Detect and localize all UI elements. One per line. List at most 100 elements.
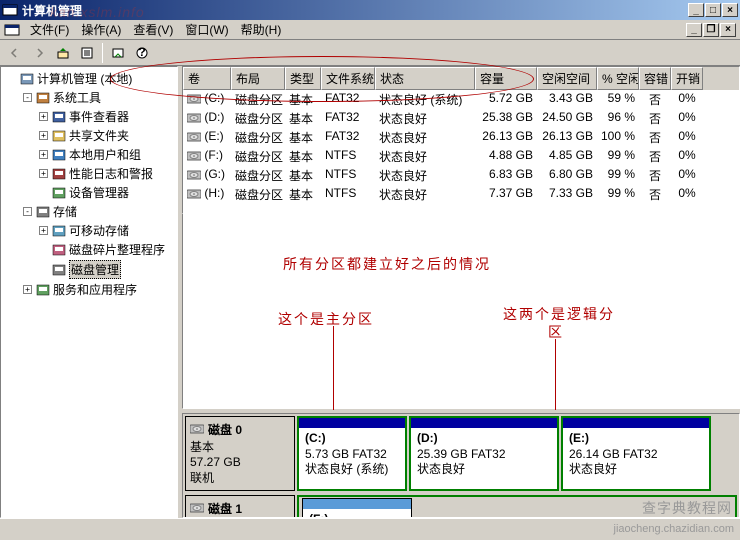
volume-row[interactable]: (C:)磁盘分区基本FAT32状态良好 (系统)5.72 GB3.43 GB59… [183,90,739,109]
tree-item-5[interactable]: +性能日志和警报 [3,164,175,183]
tools-icon [35,90,51,106]
up-button[interactable] [52,42,74,64]
tree-item-8[interactable]: +可移动存储 [3,221,175,240]
volume-row[interactable]: (H:)磁盘分区基本NTFS状态良好7.37 GB7.33 GB99 %否0% [183,185,739,204]
forward-button [28,42,50,64]
list-cell: 基本 [285,128,321,147]
volume-row[interactable]: (D:)磁盘分区基本FAT32状态良好25.38 GB24.50 GB96 %否… [183,109,739,128]
users-icon [51,147,67,163]
tree-item-4[interactable]: + 本地用户和组 [3,145,175,164]
column-header-3[interactable]: 文件系统 [321,67,375,90]
list-cell: 基本 [285,147,321,166]
tree-toggle-icon[interactable]: - [23,207,32,216]
list-cell: (E:) [183,128,231,147]
partition-F[interactable]: (F:)4.88 GB NTFS状态良好 [302,498,412,518]
list-cell: 26.13 GB [537,128,597,147]
disk-icon [190,500,204,514]
toolbar: ? [0,40,740,66]
mdi-restore-button[interactable]: ❐ [703,23,719,37]
tree-toggle-icon[interactable]: - [23,93,32,102]
tree-toggle-icon[interactable]: + [39,226,48,235]
menu-app-icon [4,22,20,38]
properties-button[interactable] [76,42,98,64]
tree-toggle-icon[interactable]: + [39,169,48,178]
removable-icon [51,223,67,239]
menu-action[interactable]: 操作(A) [75,19,127,40]
list-cell: 状态良好 (系统) [375,90,475,109]
volume-row[interactable]: (E:)磁盘分区基本FAT32状态良好26.13 GB26.13 GB100 %… [183,128,739,147]
back-button [4,42,26,64]
list-cell: 基本 [285,109,321,128]
mdi-minimize-button[interactable]: _ [686,23,702,37]
tree-item-3[interactable]: +共享文件夹 [3,126,175,145]
list-cell: 26.13 GB [475,128,537,147]
menu-help[interactable]: 帮助(H) [235,19,288,40]
list-cell: 6.80 GB [537,166,597,185]
list-cell: 0% [671,185,703,204]
refresh-button[interactable] [107,42,129,64]
menu-view[interactable]: 查看(V) [127,19,179,40]
tree-item-11[interactable]: +服务和应用程序 [3,280,175,299]
partition-D[interactable]: (D:)25.39 GB FAT32状态良好 [409,416,559,491]
tree-toggle-icon[interactable]: + [39,131,48,140]
partition-E[interactable]: (E:)26.14 GB FAT32状态良好 [561,416,711,491]
svg-text:?: ? [138,46,145,59]
list-cell: 否 [639,90,671,109]
list-cell: 100 % [597,128,639,147]
tree-label: 计算机管理 (本地) [37,70,132,87]
menu-file[interactable]: 文件(F) [24,19,75,40]
column-header-1[interactable]: 布局 [231,67,285,90]
volume-row[interactable]: (G:)磁盘分区基本NTFS状态良好6.83 GB6.80 GB99 %否0% [183,166,739,185]
share-icon [51,128,67,144]
list-cell: FAT32 [321,109,375,128]
tree-item-1[interactable]: -系统工具 [3,88,175,107]
list-cell: 否 [639,128,671,147]
tree-toggle-icon[interactable]: + [39,150,48,159]
volume-row[interactable]: (F:)磁盘分区基本NTFS状态良好4.88 GB4.85 GB99 %否0% [183,147,739,166]
column-header-4[interactable]: 状态 [375,67,475,90]
disk-info[interactable]: 磁盘 1基本19.08 GB联机 [185,495,295,518]
device-icon [51,185,67,201]
column-header-2[interactable]: 类型 [285,67,321,90]
tree-item-7[interactable]: -存储 [3,202,175,221]
list-cell: 状态良好 [375,147,475,166]
column-header-9[interactable]: 开销 [671,67,703,90]
column-header-7[interactable]: % 空闲 [597,67,639,90]
tree-label: 事件查看器 [69,108,129,125]
list-cell: 磁盘分区 [231,147,285,166]
list-cell: 6.83 GB [475,166,537,185]
volume-list[interactable]: 卷布局类型文件系统状态容量空闲空间% 空闲容错开销 (C:)磁盘分区基本FAT3… [182,66,740,214]
mdi-close-button[interactable]: × [720,23,736,37]
list-cell: 99 % [597,185,639,204]
list-cell: 0% [671,128,703,147]
tree-view[interactable]: 计算机管理 (本地)-系统工具+事件查看器+共享文件夹+本地用户和组+性能日志和… [0,66,178,518]
list-cell: 否 [639,147,671,166]
menu-window[interactable]: 窗口(W) [179,19,234,40]
column-header-5[interactable]: 容量 [475,67,537,90]
column-header-6[interactable]: 空闲空间 [537,67,597,90]
list-cell: 状态良好 [375,128,475,147]
tree-toggle-icon[interactable]: + [39,112,48,121]
minimize-button[interactable]: _ [688,3,704,17]
annotation-primary: 这个是主分区 [278,309,374,329]
list-cell: 状态良好 [375,166,475,185]
help-button[interactable]: ? [131,42,153,64]
annotation-line-2 [555,339,556,410]
tree-item-2[interactable]: + 事件查看器 [3,107,175,126]
tree-item-6[interactable]: 设备管理器 [3,183,175,202]
annotation-area: 所有分区都建立好之后的情况 这个是主分区 这两个是逻辑分 区 [182,214,740,409]
list-cell: 7.33 GB [537,185,597,204]
close-button[interactable]: × [722,3,738,17]
partition-C[interactable]: (C:)5.73 GB FAT32状态良好 (系统) [297,416,407,491]
tree-label: 本地用户和组 [69,146,141,163]
tree-item-0[interactable]: 计算机管理 (本地) [3,69,175,88]
list-cell: 0% [671,147,703,166]
disk-info[interactable]: 磁盘 0基本57.27 GB联机 [185,416,295,491]
tree-item-10[interactable]: 磁盘管理 [3,259,175,280]
list-cell: NTFS [321,166,375,185]
column-header-0[interactable]: 卷 [183,67,231,90]
tree-toggle-icon[interactable]: + [23,285,32,294]
column-header-8[interactable]: 容错 [639,67,671,90]
tree-item-9[interactable]: 磁盘碎片整理程序 [3,240,175,259]
maximize-button[interactable]: □ [705,3,721,17]
